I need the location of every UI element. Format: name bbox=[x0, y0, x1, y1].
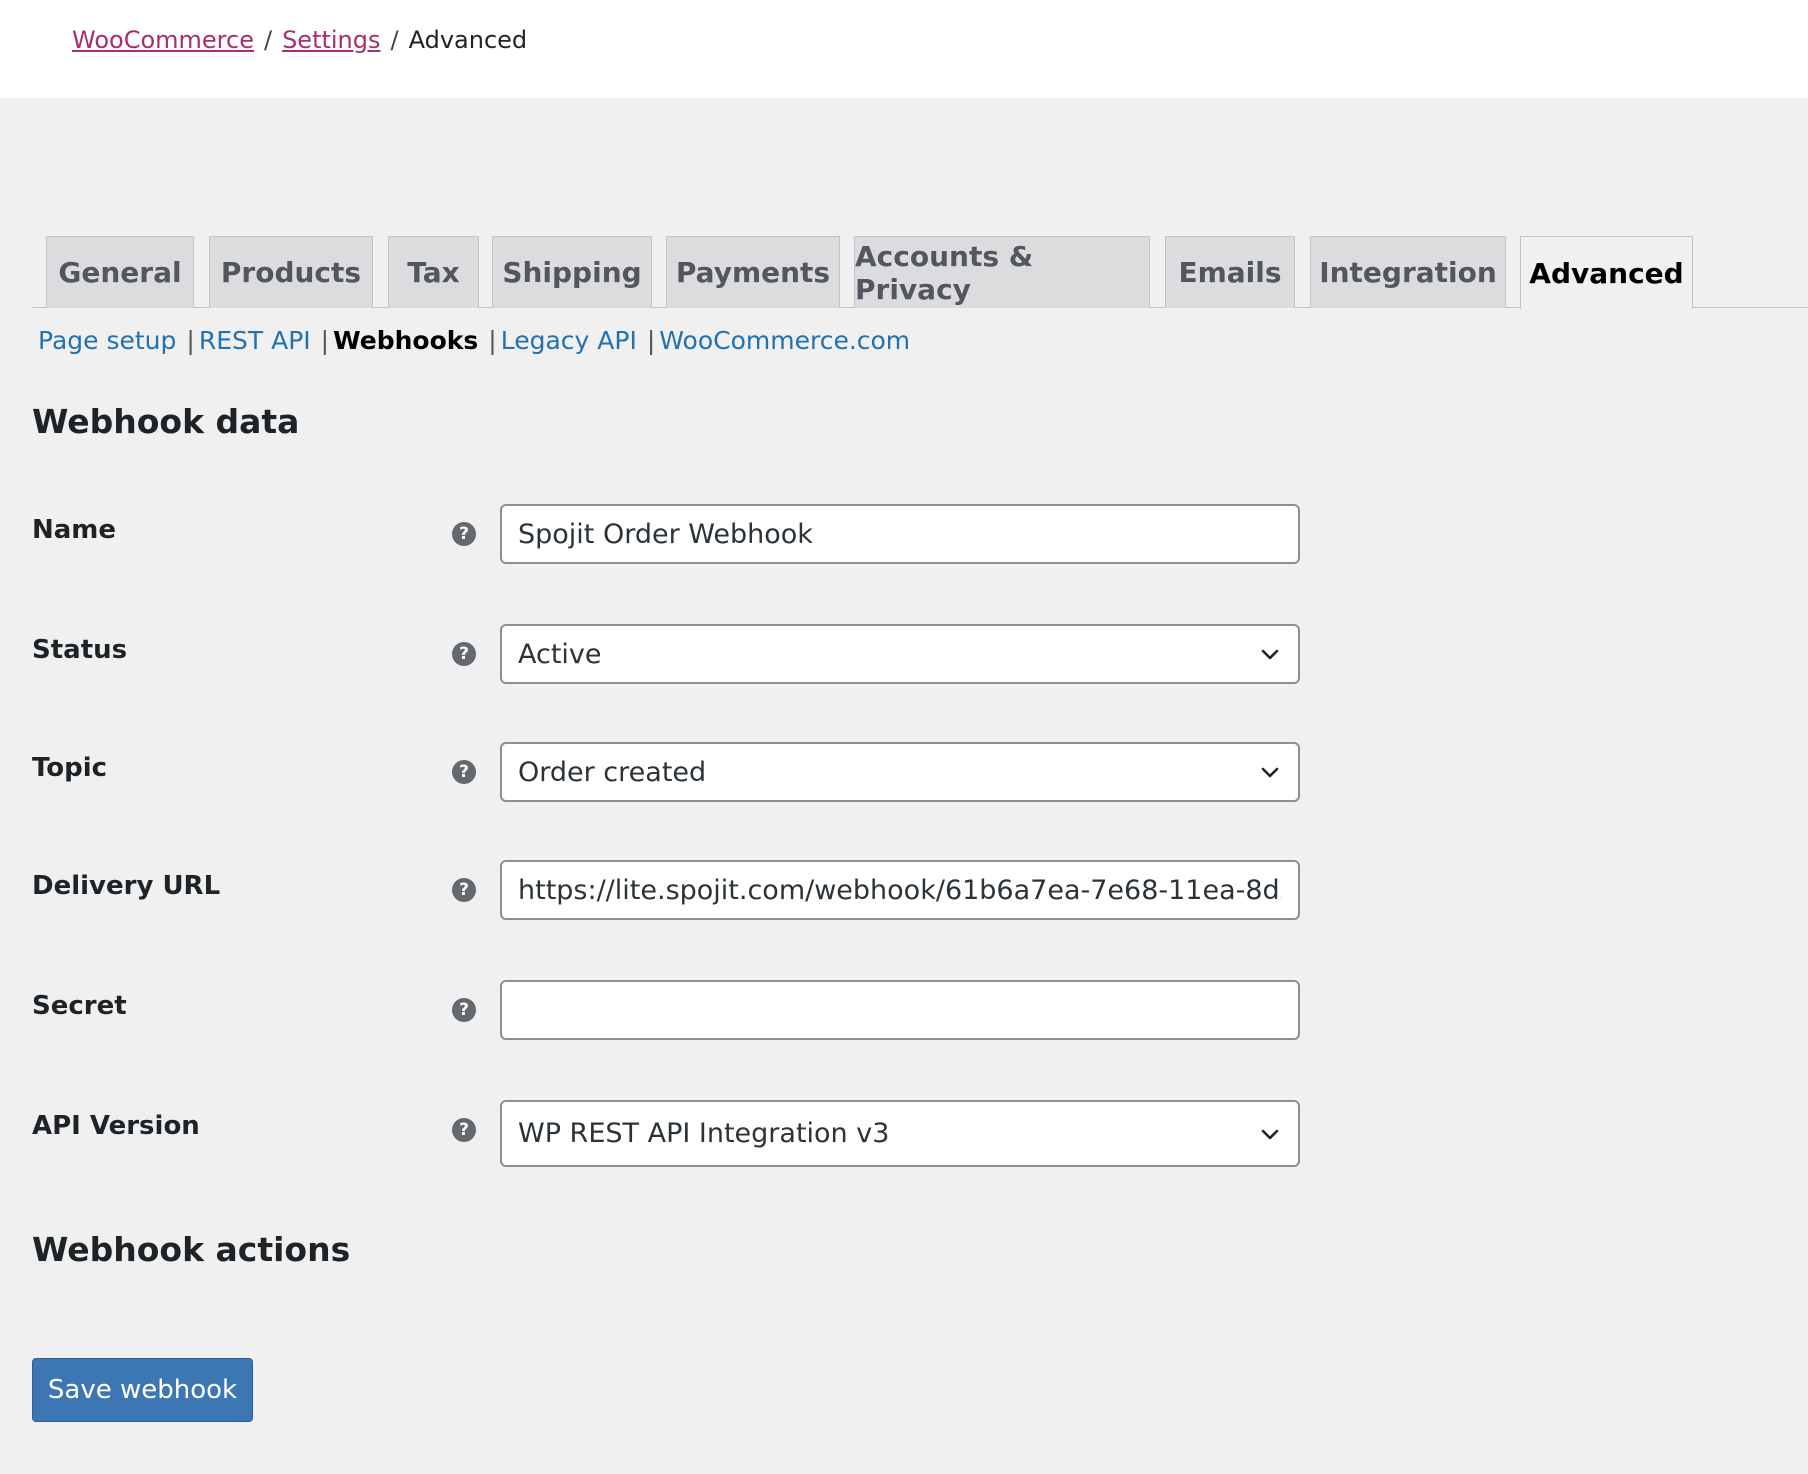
help-circle-icon[interactable]: ? bbox=[452, 522, 476, 546]
subnav-separator: | bbox=[320, 326, 330, 355]
section-title-webhook-data: Webhook data bbox=[32, 402, 300, 441]
subnav-separator: | bbox=[186, 326, 195, 355]
chevron-down-icon bbox=[1261, 649, 1279, 660]
save-webhook-button[interactable]: Save webhook bbox=[32, 1358, 253, 1422]
help-circle-icon[interactable]: ? bbox=[452, 1118, 476, 1142]
chevron-down-icon bbox=[1261, 1129, 1279, 1139]
topic-select-value: Order created bbox=[518, 756, 707, 788]
breadcrumb-current: Advanced bbox=[408, 26, 528, 54]
api-version-select-value: WP REST API Integration v3 bbox=[518, 1118, 890, 1149]
help-circle-icon[interactable]: ? bbox=[452, 642, 476, 666]
delivery-url-input[interactable]: https://lite.spojit.com/webhook/61b6a7ea… bbox=[500, 860, 1300, 920]
topic-select[interactable]: Order created bbox=[500, 742, 1300, 802]
secret-input[interactable] bbox=[500, 980, 1300, 1040]
api-version-select[interactable]: WP REST API Integration v3 bbox=[500, 1100, 1300, 1167]
settings-tabs: General Products Tax Shipping Payments A… bbox=[32, 236, 1808, 309]
subnav-separator: | bbox=[488, 326, 497, 355]
help-circle-icon[interactable]: ? bbox=[452, 998, 476, 1022]
tab-accounts-privacy[interactable]: Accounts & Privacy bbox=[854, 236, 1150, 308]
section-title-webhook-actions: Webhook actions bbox=[32, 1230, 351, 1269]
subnav-separator: | bbox=[646, 326, 656, 355]
tab-integration[interactable]: Integration bbox=[1310, 236, 1506, 308]
tab-products[interactable]: Products bbox=[209, 236, 373, 308]
tab-payments[interactable]: Payments bbox=[666, 236, 840, 308]
topic-label: Topic bbox=[32, 753, 108, 783]
status-select[interactable]: Active bbox=[500, 624, 1300, 684]
subnav-page-setup[interactable]: Page setup bbox=[38, 326, 176, 355]
name-label: Name bbox=[32, 515, 117, 545]
help-circle-icon[interactable]: ? bbox=[452, 878, 476, 902]
name-input[interactable]: Spojit Order Webhook bbox=[500, 504, 1300, 564]
breadcrumb: WooCommerce / Settings / Advanced bbox=[0, 0, 1808, 98]
tab-shipping[interactable]: Shipping bbox=[492, 236, 652, 308]
breadcrumb-separator: / bbox=[263, 26, 273, 54]
subnav-legacy-api[interactable]: Legacy API bbox=[501, 326, 637, 355]
secret-label: Secret bbox=[32, 991, 127, 1021]
breadcrumb-link-woocommerce[interactable]: WooCommerce bbox=[72, 26, 254, 54]
status-select-value: Active bbox=[518, 638, 602, 670]
subsection-nav: Page setup | REST API | Webhooks | Legacy API |… bbox=[38, 326, 910, 355]
subnav-webhooks[interactable]: Webhooks bbox=[333, 326, 478, 355]
name-input-value: Spojit Order Webhook bbox=[518, 518, 813, 550]
tab-emails[interactable]: Emails bbox=[1165, 236, 1295, 308]
subnav-rest-api[interactable]: REST API bbox=[199, 326, 311, 355]
delivery-url-value: https://lite.spojit.com/webhook/61b6a7ea… bbox=[518, 874, 1282, 906]
tab-tax[interactable]: Tax bbox=[388, 236, 479, 308]
api-version-label: API Version bbox=[32, 1111, 200, 1141]
subnav-woocommerce-com[interactable]: WooCommerce.com bbox=[659, 326, 910, 355]
tab-general[interactable]: General bbox=[46, 236, 194, 308]
delivery-url-label: Delivery URL bbox=[32, 871, 221, 901]
tab-advanced[interactable]: Advanced bbox=[1520, 236, 1693, 309]
status-label: Status bbox=[32, 635, 128, 665]
breadcrumb-separator: / bbox=[390, 26, 399, 54]
chevron-down-icon bbox=[1261, 767, 1279, 778]
help-circle-icon[interactable]: ? bbox=[452, 760, 476, 784]
breadcrumb-link-settings[interactable]: Settings bbox=[282, 26, 380, 54]
